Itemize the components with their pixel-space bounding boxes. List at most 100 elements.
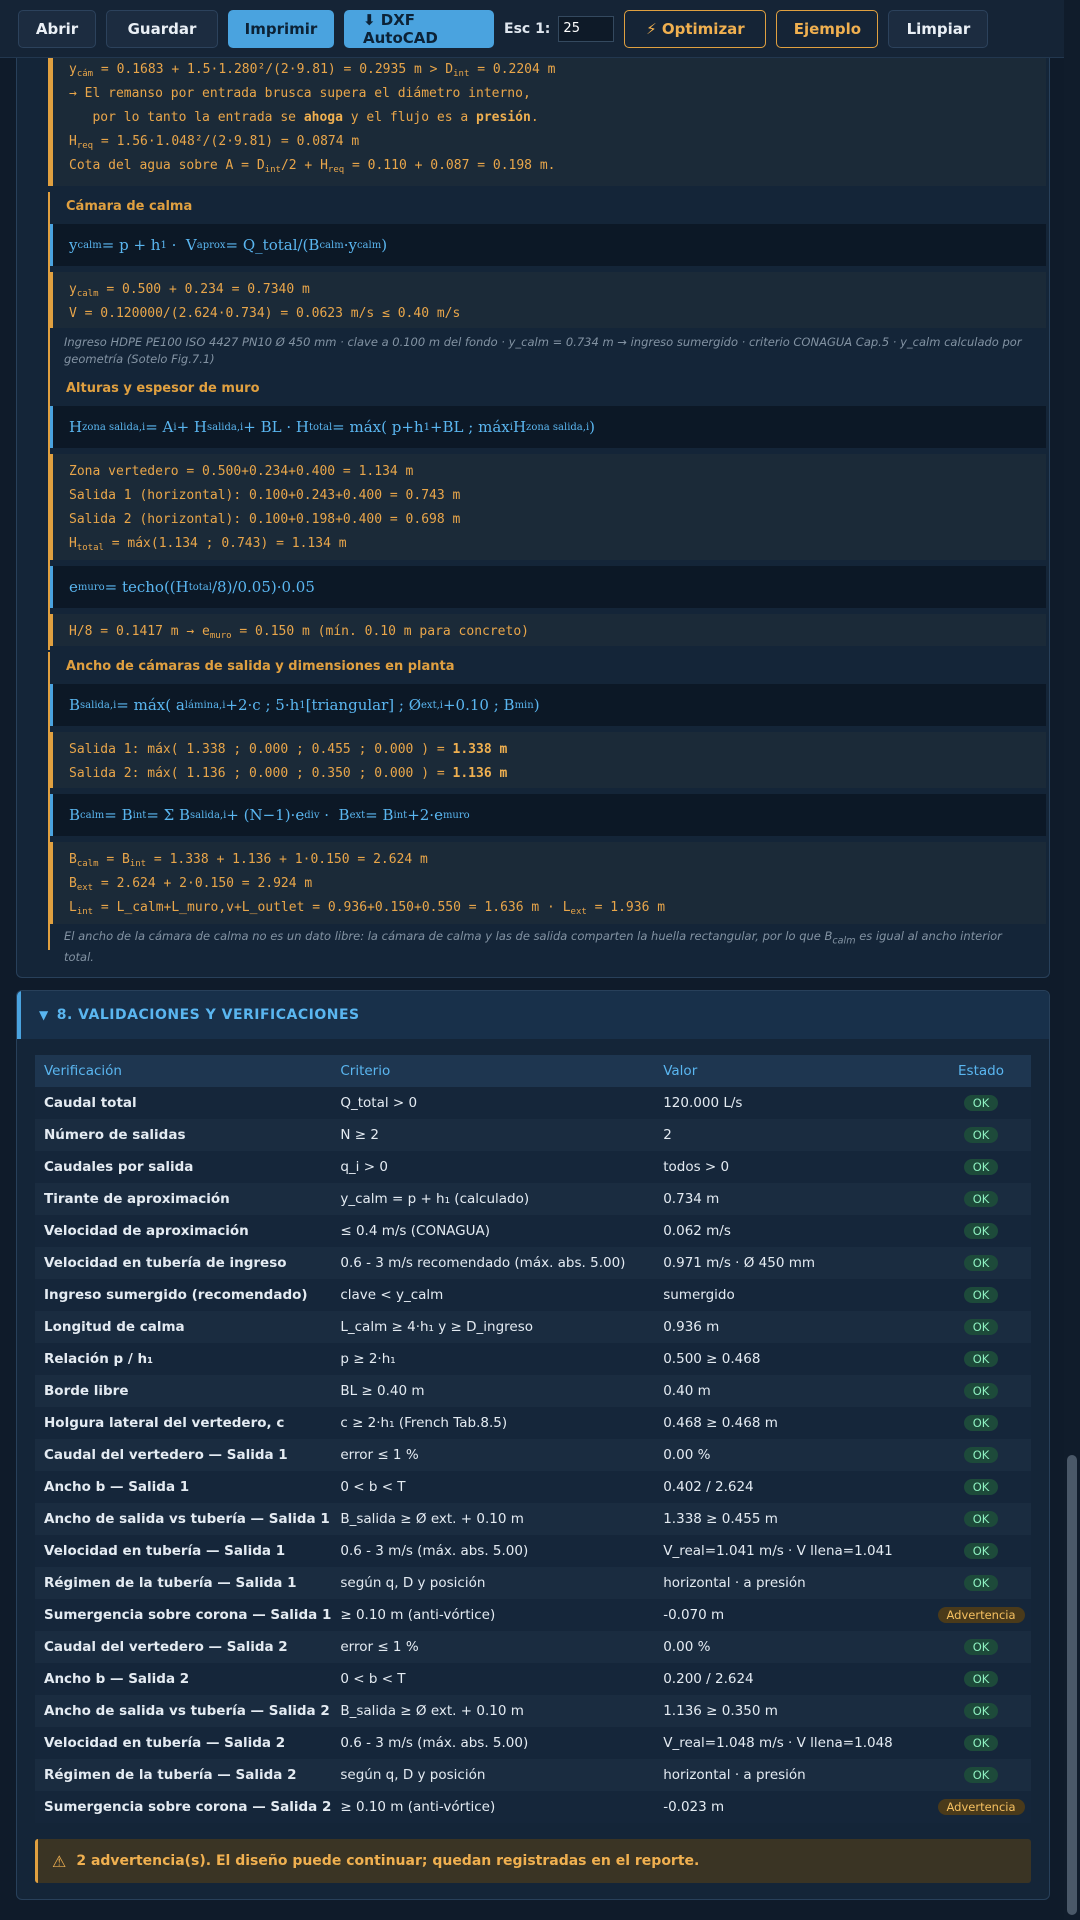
calma-calc-block: ycalm = 0.500 + 0.234 = 0.7340 m V = 0.1… <box>50 272 1046 328</box>
calc-line: Htotal = máx(1.134 ; 0.743) = 1.134 m <box>69 536 347 553</box>
verificacion-cell: Ancho b — Salida 2 <box>35 1663 332 1695</box>
status-badge: OK <box>963 1351 999 1367</box>
muro-calc-block: H/8 = 0.1417 m → emuro = 0.150 m (mín. 0… <box>50 614 1046 646</box>
table-row: Ancho de salida vs tubería — Salida 1 B_s… <box>35 1503 1031 1535</box>
ancho-calc-block: Salida 1: máx( 1.338 ; 0.000 ; 0.455 ; 0… <box>50 732 1046 788</box>
status-badge: OK <box>963 1511 999 1527</box>
verificacion-cell: Ingreso sumergido (recomendado) <box>35 1279 332 1311</box>
ancho-heading: Ancho de cámaras de salida y dimensiones… <box>48 652 1048 682</box>
status-badge: OK <box>963 1191 999 1207</box>
estado-cell: OK <box>931 1343 1031 1375</box>
warning-banner: ⚠ 2 advertencia(s). El diseño puede cont… <box>35 1839 1031 1883</box>
table-row: Régimen de la tubería — Salida 2 según q,… <box>35 1759 1031 1791</box>
alturas-heading: Alturas y espesor de muro <box>48 374 1048 404</box>
table-row: Relación p / h₁ p ≥ 2·h₁ 0.500 ≥ 0.468 OK <box>35 1343 1031 1375</box>
status-badge: OK <box>963 1415 999 1431</box>
abrir-button[interactable]: Abrir <box>18 9 96 48</box>
estado-cell: OK <box>931 1151 1031 1183</box>
valor-cell: horizontal · a presión <box>654 1759 932 1791</box>
criterio-cell: q_i > 0 <box>331 1151 655 1183</box>
estado-cell: OK <box>931 1759 1031 1791</box>
validaciones-header[interactable]: ▼ 8. VALIDACIONES Y VERIFICACIONES <box>17 991 1049 1039</box>
calc-line: por lo tanto la entrada se ahoga y el fl… <box>69 110 539 125</box>
verificacion-cell: Régimen de la tubería — Salida 1 <box>35 1567 332 1599</box>
verificacion-cell: Sumergencia sobre corona — Salida 2 <box>35 1791 332 1823</box>
valor-cell: V_real=1.041 m/s · V llena=1.041 <box>654 1535 932 1567</box>
criterio-cell: ≥ 0.10 m (anti-vórtice) <box>331 1791 655 1823</box>
calc-line: Zona vertedero = 0.500+0.234+0.400 = 1.1… <box>69 464 414 479</box>
valor-cell: 0.00 % <box>654 1631 932 1663</box>
bcalm-formula: Bcalm = Bint = Σ Bsalida,i + (N−1)·e div … <box>50 794 1046 836</box>
valor-cell: 0.500 ≥ 0.468 <box>654 1343 932 1375</box>
verificacion-cell: Velocidad en tubería — Salida 2 <box>35 1727 332 1759</box>
criterio-cell: Q_total > 0 <box>331 1087 655 1119</box>
estado-cell: Advertencia <box>931 1599 1031 1631</box>
verificacion-cell: Holgura lateral del vertedero, c <box>35 1407 332 1439</box>
status-badge: OK <box>963 1479 999 1495</box>
valor-cell: 0.200 / 2.624 <box>654 1663 932 1695</box>
valor-cell: 0.468 ≥ 0.468 m <box>654 1407 932 1439</box>
table-row: Caudales por salida q_i > 0 todos > 0 OK <box>35 1151 1031 1183</box>
status-badge: OK <box>963 1223 999 1239</box>
scrollbar[interactable] <box>1064 0 1080 1920</box>
status-badge: OK <box>963 1383 999 1399</box>
muro-formula: e muro = techo((H total/8)/0.05)·0.05 <box>50 566 1046 608</box>
verificacion-cell: Ancho b — Salida 1 <box>35 1471 332 1503</box>
table-row: Velocidad en tubería — Salida 1 0.6 - 3 m… <box>35 1535 1031 1567</box>
estado-cell: OK <box>931 1279 1031 1311</box>
table-row: Caudal del vertedero — Salida 1 error ≤ 1… <box>35 1439 1031 1471</box>
scale-control: Esc 1: <box>504 15 615 42</box>
estado-cell: OK <box>931 1407 1031 1439</box>
criterio-cell: ≤ 0.4 m/s (CONAGUA) <box>331 1215 655 1247</box>
ejemplo-button[interactable]: Ejemplo <box>776 9 879 48</box>
calc-line: V = 0.120000/(2.624·0.734) = 0.0623 m/s … <box>69 306 461 321</box>
dxf-autocad-button[interactable]: ⬇ DXF AutoCAD <box>344 9 494 48</box>
scrollbar-thumb[interactable] <box>1067 1455 1077 1915</box>
calc-line: Hreq = 1.56·1.048²/(2·9.81) = 0.0874 m <box>69 134 360 151</box>
valor-cell: 120.000 L/s <box>654 1087 932 1119</box>
optimizar-button[interactable]: ⚡ Optimizar <box>624 9 767 48</box>
toolbar: Abrir Guardar Imprimir ⬇ DXF AutoCAD Esc… <box>0 0 1064 58</box>
status-badge: OK <box>963 1127 999 1143</box>
valor-cell: -0.070 m <box>654 1599 932 1631</box>
estado-cell: OK <box>931 1311 1031 1343</box>
calc-line: Bcalm = Bint = 1.338 + 1.136 + 1·0.150 =… <box>69 852 428 869</box>
valor-cell: sumergido <box>654 1279 932 1311</box>
status-badge: OK <box>963 1639 999 1655</box>
valor-cell: 1.136 ≥ 0.350 m <box>654 1695 932 1727</box>
valor-cell: -0.023 m <box>654 1791 932 1823</box>
status-badge: OK <box>963 1319 999 1335</box>
verificacion-cell: Longitud de calma <box>35 1311 332 1343</box>
ancho-note: El ancho de la cámara de calma no es un … <box>64 929 1002 965</box>
status-badge: OK <box>963 1543 999 1559</box>
table-row: Ingreso sumergido (recomendado) clave < y… <box>35 1279 1031 1311</box>
criterio-cell: c ≥ 2·h₁ (French Tab.8.5) <box>331 1407 655 1439</box>
status-badge: OK <box>963 1287 999 1303</box>
valor-cell: 0.00 % <box>654 1439 932 1471</box>
valor-cell: 0.40 m <box>654 1375 932 1407</box>
limpiar-button[interactable]: Limpiar <box>888 9 989 48</box>
scale-input[interactable] <box>558 15 615 42</box>
validaciones-section: ▼ 8. VALIDACIONES Y VERIFICACIONES Verif… <box>16 990 1050 1900</box>
valor-cell: 0.734 m <box>654 1183 932 1215</box>
valor-cell: 2 <box>654 1119 932 1151</box>
calc-line: ycalm = 0.500 + 0.234 = 0.7340 m <box>69 282 310 299</box>
col-verificacion: Verificación <box>35 1055 332 1087</box>
calc-line: Salida 1 (horizontal): 0.100+0.243+0.400… <box>69 488 461 503</box>
verificacion-cell: Tirante de aproximación <box>35 1183 332 1215</box>
guardar-button[interactable]: Guardar <box>106 9 218 48</box>
valor-cell: todos > 0 <box>654 1151 932 1183</box>
criterio-cell: L_calm ≥ 4·h₁ y ≥ D_ingreso <box>331 1311 655 1343</box>
table-row: Ancho de salida vs tubería — Salida 2 B_s… <box>35 1695 1031 1727</box>
imprimir-button[interactable]: Imprimir <box>228 9 334 48</box>
status-badge: OK <box>963 1735 999 1751</box>
status-badge: OK <box>963 1671 999 1687</box>
criterio-cell: 0.6 - 3 m/s (máx. abs. 5.00) <box>331 1727 655 1759</box>
calculation-panel: ycám = 0.1683 + 1.5·1.280²/(2·9.81) = 0.… <box>16 58 1050 978</box>
status-badge: OK <box>963 1159 999 1175</box>
criterio-cell: 0.6 - 3 m/s (máx. abs. 5.00) <box>331 1535 655 1567</box>
valor-cell: horizontal · a presión <box>654 1567 932 1599</box>
alturas-formula: Hzona salida,i = Ai + Hsalida,i + BL · H… <box>50 406 1046 448</box>
estado-cell: OK <box>931 1439 1031 1471</box>
valor-cell: 0.402 / 2.624 <box>654 1471 932 1503</box>
